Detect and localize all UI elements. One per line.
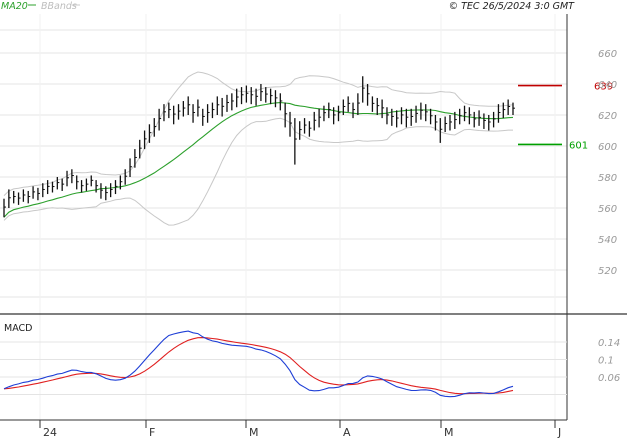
macd-title: MACD bbox=[4, 323, 32, 334]
x-tick-label: M bbox=[249, 426, 259, 439]
x-tick-label: 24 bbox=[43, 426, 57, 439]
price-y-tick-label: 660 bbox=[598, 49, 617, 60]
signal-line bbox=[3, 337, 514, 395]
x-axis: 24 F M A M J bbox=[39, 420, 561, 439]
macd-y-tick-label: 0.1 bbox=[598, 356, 614, 367]
price-y-tick-label: 560 bbox=[598, 204, 617, 215]
support-label: 601 bbox=[569, 140, 588, 151]
price-y-tick-label: 540 bbox=[598, 235, 617, 246]
macd-panel: MACD 0.06 0.1 0.14 bbox=[0, 323, 620, 398]
macd-line bbox=[3, 330, 514, 398]
price-y-tick-label: 620 bbox=[598, 111, 617, 122]
price-y-tick-label: 640 bbox=[598, 80, 617, 91]
macd-y-tick-label: 0.14 bbox=[598, 338, 620, 349]
price-y-tick-label: 580 bbox=[598, 173, 617, 184]
price-y-axis: 520 540 560 580 600 620 640 660 bbox=[598, 49, 617, 277]
chart-header: MA20 BBands © TEC 26/5/2024 3:0 GMT bbox=[1, 1, 575, 12]
price-y-tick-label: 600 bbox=[598, 142, 617, 153]
x-tick-label: J bbox=[557, 426, 561, 439]
macd-y-axis: 0.06 0.1 0.14 bbox=[598, 338, 620, 384]
x-tick-label: M bbox=[444, 426, 454, 439]
bbands-legend: BBands bbox=[41, 1, 77, 12]
price-y-tick-label: 520 bbox=[598, 266, 617, 277]
chart-stage: 639 601 520 540 560 580 600 620 640 660 MACD 0.0… bbox=[0, 0, 627, 440]
macd-y-tick-label: 0.06 bbox=[598, 373, 620, 384]
macd-lines bbox=[3, 330, 514, 398]
x-tick-label: F bbox=[149, 426, 155, 439]
x-tick-label: A bbox=[343, 426, 351, 439]
ma20-legend: MA20 bbox=[1, 1, 28, 12]
price-plot-area bbox=[0, 14, 567, 314]
chart-svg: 639601 520540560580600620640660 MACD 0.0… bbox=[0, 1, 627, 439]
source-label: © TEC 26/5/2024 3:0 GMT bbox=[449, 1, 576, 12]
macd-grid bbox=[0, 341, 567, 395]
